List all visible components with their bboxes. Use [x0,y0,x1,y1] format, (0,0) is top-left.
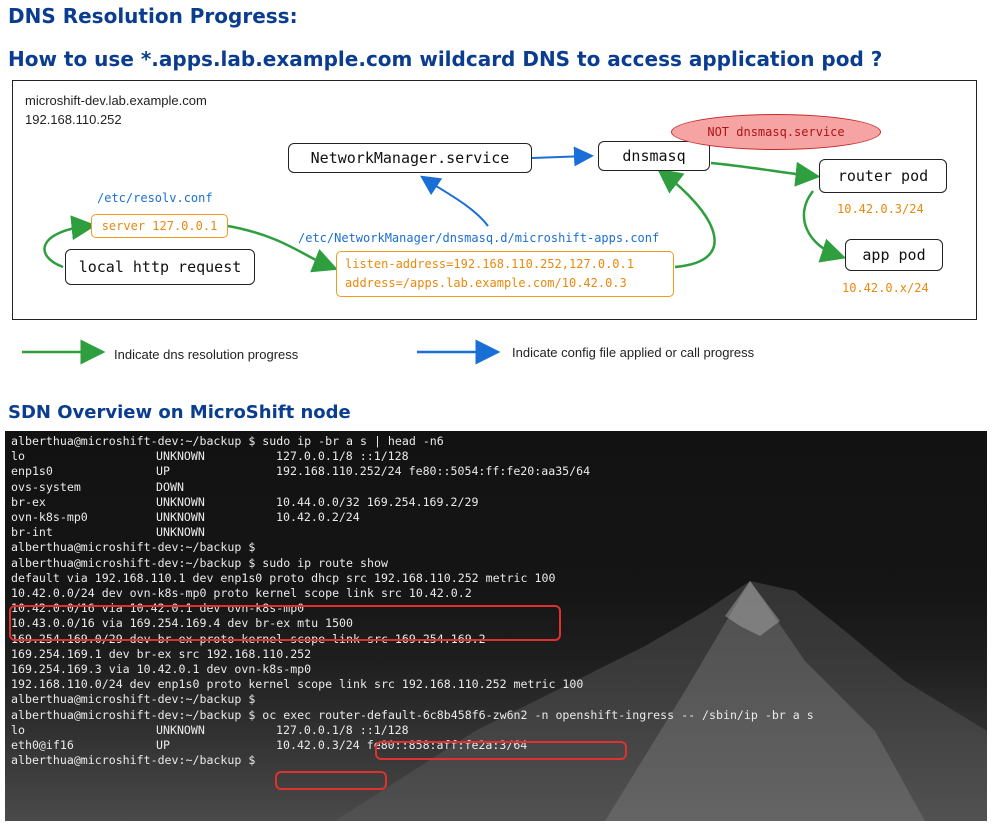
terminal-column: 127.0.0.1/8 ::1/128 [276,449,409,464]
microshift-apps-conf-box: listen-address=192.168.110.252,127.0.0.1… [336,251,674,297]
app-pod-ip: 10.42.0.x/24 [842,281,929,295]
router-pod-box: router pod [819,159,947,193]
terminal-column: 10.44.0.0/32 169.254.169.2/29 [276,494,479,509]
terminal-column: br-int [11,525,53,540]
arrow-nm-to-dnsmasq [531,146,594,167]
app-pod-box: app pod [845,239,943,271]
terminal-column: lo [11,449,25,464]
not-dnsmasq-service-ellipse: NOT dnsmasq.service [671,114,881,150]
local-http-request-box: local http request [65,249,255,285]
arrow-config-to-nm [420,175,489,227]
legend-green-text: Indicate dns resolution progress [114,347,299,362]
terminal-text: alberthua@microshift-dev:~/backup $ sudo… [11,434,444,448]
terminal-column: UP [156,464,170,479]
terminal-column: lo [11,722,25,737]
terminal-text: 169.254.169.1 dev br-ex src 192.168.110.… [11,646,312,661]
microshift-apps-conf-path: /etc/NetworkManager/dnsmasq.d/microshift… [298,231,660,245]
terminal-text: alberthua@microshift-dev:~/backup $ oc e… [11,707,814,722]
terminal-column: DOWN [156,479,184,494]
listen-address-line: listen-address=192.168.110.252,127.0.0.1 [345,257,634,271]
terminal-column: UNKNOWN [156,449,205,464]
router-pod-ip: 10.42.0.3/24 [837,202,924,216]
networkmanager-service-box: NetworkManager.service [288,143,532,173]
terminal-column: UP [156,738,170,752]
terminal-column: UNKNOWN [156,525,205,540]
terminal-text: alberthua@microshift-dev:~/backup $ sudo… [11,555,388,570]
resolv-server-box: server 127.0.0.1 [91,214,228,238]
router-pod-name-highlight [375,741,627,760]
resolv-conf-path: /etc/resolv.conf [97,191,213,205]
terminal-column: eth0@if16 [11,738,74,752]
terminal-column: UNKNOWN [156,722,205,737]
terminal-text: alberthua@microshift-dev:~/backup $ [11,540,256,555]
address-line: address=/apps.lab.example.com/10.42.0.3 [345,276,627,290]
terminal-column: UNKNOWN [156,510,205,524]
terminal-text: alberthua@microshift-dev:~/backup $ [11,753,256,768]
terminal-text: 169.254.169.3 via 10.42.0.1 dev ovn-k8s-… [11,662,312,676]
terminal-text: alberthua@microshift-dev:~/backup $ [11,692,256,707]
page-subtitle-question: How to use *.apps.lab.example.com wildca… [8,47,883,71]
arrow-dnsmasq-to-router [710,161,821,187]
terminal-column: 192.168.110.252/24 fe80::5054:ff:fe20:aa… [276,464,591,479]
terminal-column: 10.42.0.2/24 [276,510,360,524]
arrow-router-to-app [802,190,847,263]
dns-diagram: microshift-dev.lab.example.com 192.168.1… [12,80,977,320]
legend-blue-text: Indicate config file applied or call pro… [512,345,755,360]
terminal-screenshot: alberthua@microshift-dev:~/backup $ sudo… [5,431,987,821]
terminal-text: default via 192.168.110.1 dev enp1s0 pro… [11,570,556,585]
router-pod-ip-highlight [275,771,387,790]
terminal-text: 10.42.0.0/24 dev ovn-k8s-mp0 proto kerne… [11,586,472,600]
terminal-column: enp1s0 [11,464,53,479]
terminal-column: 127.0.0.1/8 ::1/128 [276,722,409,737]
page-title: DNS Resolution Progress: [8,4,298,28]
terminal-column: ovs-system [11,479,81,494]
route-highlight [9,605,561,641]
dnsmasq-box: dnsmasq [598,141,710,171]
terminal-column: ovn-k8s-mp0 [11,510,88,524]
terminal-column: UNKNOWN [156,494,205,509]
sdn-section-title: SDN Overview on MicroShift node [8,402,351,423]
terminal-text: 192.168.110.0/24 dev enp1s0 proto kernel… [11,677,584,692]
terminal-column: br-ex [11,494,46,509]
